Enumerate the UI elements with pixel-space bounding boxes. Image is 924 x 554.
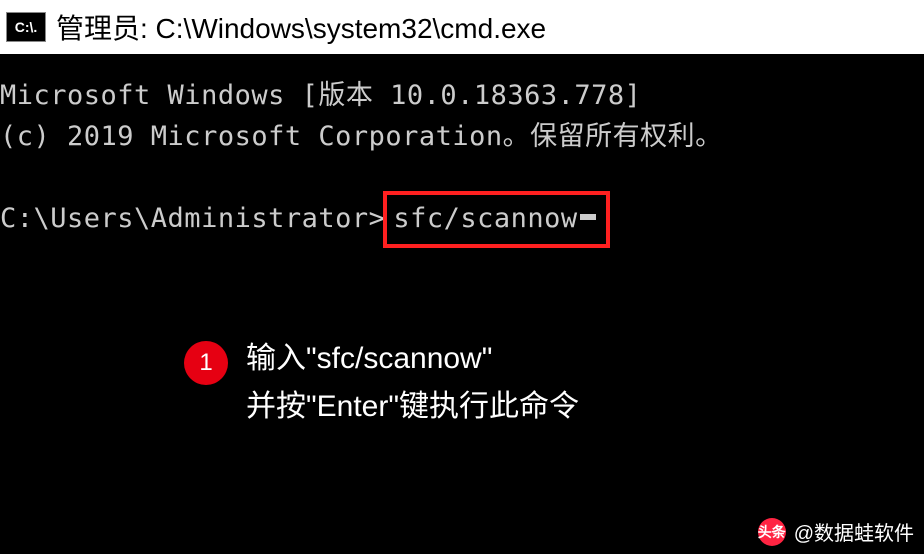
cmd-icon: C:\.	[6, 12, 46, 42]
command-highlight-box: sfc/scannow	[383, 191, 609, 248]
instruction-annotation: 1 输入"sfc/scannow" 并按"Enter"键执行此命令	[170, 325, 593, 441]
cmd-icon-text: C:\.	[15, 19, 38, 35]
terminal-copyright-line: (c) 2019 Microsoft Corporation。保留所有权利。	[0, 117, 924, 158]
instruction-text: 输入"sfc/scannow" 并按"Enter"键执行此命令	[246, 335, 579, 431]
watermark: 头条 @数据蛙软件	[758, 517, 914, 546]
terminal-version-line: Microsoft Windows [版本 10.0.18363.778]	[0, 76, 924, 117]
watermark-logo-icon: 头条	[758, 518, 786, 546]
instruction-line-1: 输入"sfc/scannow"	[246, 335, 579, 383]
terminal-prompt-line: C:\Users\Administrator> sfc/scannow	[0, 191, 924, 248]
instruction-line-2: 并按"Enter"键执行此命令	[246, 383, 579, 431]
watermark-text: @数据蛙软件	[794, 517, 914, 546]
terminal-command: sfc/scannow	[393, 199, 577, 240]
terminal-area[interactable]: Microsoft Windows [版本 10.0.18363.778] (c…	[0, 54, 924, 248]
terminal-cursor	[580, 214, 596, 220]
window-title: 管理员: C:\Windows\system32\cmd.exe	[56, 7, 546, 47]
terminal-prompt: C:\Users\Administrator>	[0, 199, 385, 240]
step-number-badge: 1	[184, 341, 228, 385]
window-titlebar: C:\. 管理员: C:\Windows\system32\cmd.exe	[0, 0, 924, 54]
